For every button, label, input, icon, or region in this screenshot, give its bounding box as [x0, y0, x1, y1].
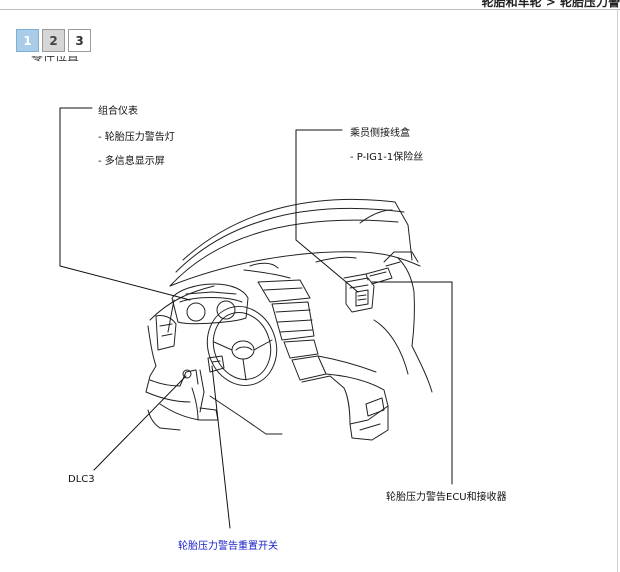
- label-dlc3: DLC3: [68, 474, 95, 485]
- leader-dlc3: [93, 375, 187, 471]
- leader-reset-switch: [211, 365, 231, 529]
- leader-lines: [59, 107, 453, 529]
- link-tire-warning-reset-switch[interactable]: 轮胎压力警告重置开关: [178, 537, 278, 552]
- junction-box: [343, 273, 375, 313]
- label-p-ig1-1-fuse: - P-IG1-1保险丝: [350, 152, 424, 163]
- label-multi-info-display: - 多信息显示屏: [98, 156, 165, 167]
- label-tire-warning-lamp: - 轮胎压力警告灯: [98, 132, 175, 143]
- leader-ecu: [371, 281, 453, 485]
- label-passenger-junction-box: 乘员侧接线盒: [350, 128, 410, 139]
- label-combination-meter: 组合仪表: [98, 106, 138, 117]
- passenger-dash: [365, 261, 409, 375]
- steering-wheel: [206, 306, 278, 386]
- label-tire-ecu-receiver: 轮胎压力警告ECU和接收器: [386, 492, 507, 503]
- dashboard-diagram: [59, 107, 453, 529]
- combination-meter: [167, 283, 249, 333]
